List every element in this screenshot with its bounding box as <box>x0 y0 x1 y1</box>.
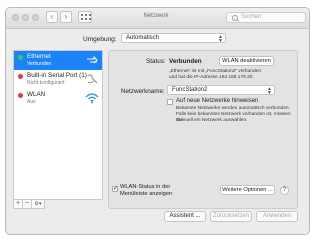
service-item-wlan[interactable]: WLAN Aus <box>14 89 102 108</box>
updown-arrows-icon: ▲ ▼ <box>267 86 272 96</box>
service-status: Nicht konfiguriert <box>27 80 65 86</box>
network-name-select[interactable]: FuncStation2 ▲ ▼ <box>167 85 275 96</box>
service-name: WLAN <box>27 91 46 98</box>
network-name-label: Netzwerkname: <box>121 88 165 95</box>
status-label: Status: <box>146 58 166 65</box>
arrows-icon <box>87 55 98 64</box>
service-name: Built-in Serial Port (1) <box>27 72 87 79</box>
status-dot <box>18 74 23 79</box>
service-name: Ethernet <box>27 53 51 60</box>
network-name-value: FuncStation2 <box>172 87 208 93</box>
service-status: Verbunden <box>27 61 52 67</box>
service-item-serial-port[interactable]: Built-in Serial Port (1) Nicht konfiguri… <box>14 70 102 89</box>
status-dot <box>18 55 23 60</box>
status-value: Verbunden <box>169 58 202 65</box>
back-button[interactable]: ‹ <box>46 11 58 23</box>
window-title: Netzwerk <box>143 13 169 19</box>
help-button[interactable]: ? <box>280 186 289 195</box>
updown-arrows-icon: ▲ ▼ <box>218 34 223 44</box>
ask-new-networks-label: Auf neue Netzwerke hinweisen <box>176 98 259 104</box>
revert-button[interactable]: Zurücksetzen <box>210 211 252 222</box>
service-action-button[interactable]: ⚙▾ <box>31 199 45 209</box>
service-item-ethernet[interactable]: Ethernet Verbunden <box>14 51 102 70</box>
show-wlan-status-checkbox[interactable] <box>112 185 118 192</box>
advanced-options-button[interactable]: Weitere Optionen ... <box>220 185 275 195</box>
ask-description-line3: manuell ein Netzwerk auswählen. <box>176 118 248 123</box>
wlan-toggle-button[interactable]: WLAN deaktivieren <box>219 56 274 66</box>
show-wlan-status-label-line2: Menüleiste anzeigen <box>120 191 173 197</box>
location-select[interactable]: Automatisch ▲ ▼ <box>121 33 226 44</box>
search-placeholder: Suchen <box>241 14 262 20</box>
show-all-grid-icon[interactable] <box>78 11 92 23</box>
apply-button[interactable]: Anwenden <box>256 211 298 222</box>
wifi-icon <box>85 93 99 104</box>
service-list: Ethernet Verbunden Built-in Serial Port … <box>13 50 103 200</box>
minimize-window-button[interactable] <box>22 14 29 21</box>
location-label: Umgebung: <box>83 36 117 43</box>
location-value: Automatisch <box>126 35 160 41</box>
ask-new-networks-checkbox[interactable] <box>167 99 173 105</box>
close-window-button[interactable] <box>12 14 19 21</box>
assistant-button[interactable]: Assistent ... <box>164 211 206 222</box>
phone-icon <box>87 74 98 84</box>
search-field[interactable]: Suchen <box>226 12 306 23</box>
show-wlan-status-label-line1: WLAN-Status in der <box>120 184 171 190</box>
title-bar: ‹ › Netzwerk Suchen <box>6 8 309 29</box>
service-list-controls: + − ⚙▾ <box>13 199 103 209</box>
details-panel: Status: Verbunden WLAN deaktivieren „Eth… <box>108 50 298 209</box>
status-dot <box>18 93 23 98</box>
status-description-line2: und hat die IP-Adresse 192.168.178.20. <box>169 75 254 80</box>
forward-button[interactable]: › <box>60 11 72 23</box>
search-icon <box>232 15 238 21</box>
service-status: Aus <box>27 99 36 105</box>
zoom-window-button[interactable] <box>32 14 39 21</box>
